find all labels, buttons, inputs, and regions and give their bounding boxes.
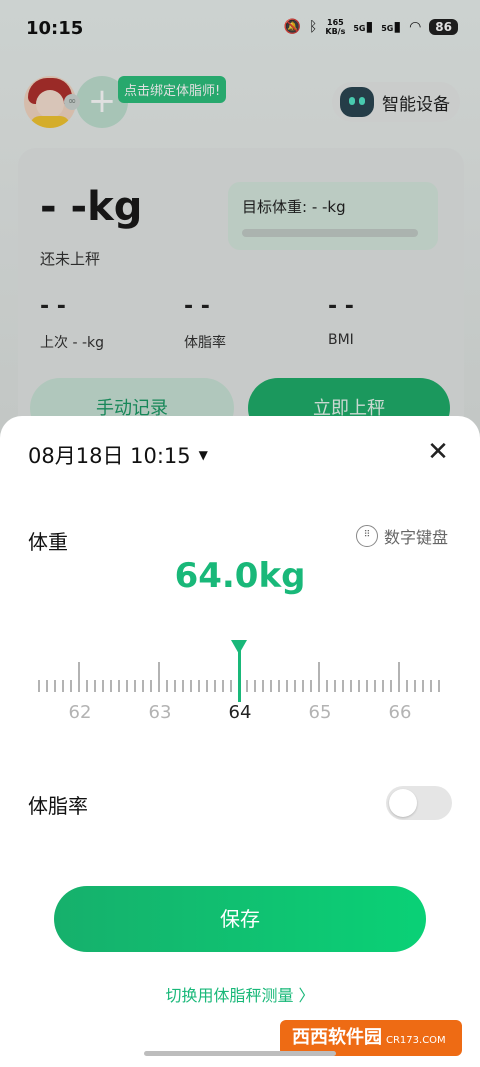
ruler-minor-tick — [166, 680, 168, 692]
ruler-minor-tick — [198, 680, 200, 692]
ruler-minor-tick — [134, 680, 136, 692]
ruler-minor-tick — [206, 680, 208, 692]
ruler-minor-tick — [150, 680, 152, 692]
ruler-minor-tick — [278, 680, 280, 692]
ruler-minor-tick — [438, 680, 440, 692]
ruler-major-tick — [398, 662, 400, 692]
ruler-minor-tick — [54, 680, 56, 692]
ruler-minor-tick — [142, 680, 144, 692]
ruler-major-tick — [318, 662, 320, 692]
ruler-minor-tick — [302, 680, 304, 692]
keypad-label: 数字键盘 — [384, 528, 449, 547]
datetime-label: 08月18日 10:15 — [28, 444, 191, 468]
ruler-minor-tick — [174, 680, 176, 692]
ruler-minor-tick — [342, 680, 344, 692]
ruler-minor-tick — [358, 680, 360, 692]
ruler-label: 66 — [388, 702, 412, 723]
body-fat-toggle[interactable] — [386, 786, 452, 820]
ruler-label: 63 — [148, 702, 172, 723]
caret-down-icon: ▼ — [198, 448, 208, 462]
date-picker[interactable]: 08月18日 10:15 ▼ — [28, 440, 208, 470]
ruler-minor-tick — [294, 680, 296, 692]
ruler-pointer-arrow-icon — [231, 640, 247, 654]
home-indicator[interactable] — [144, 1051, 336, 1056]
ruler-minor-tick — [350, 680, 352, 692]
ruler-major-tick — [158, 662, 160, 692]
ruler-major-tick — [78, 662, 80, 692]
ruler-minor-tick — [110, 680, 112, 692]
ruler-label: 62 — [68, 702, 92, 723]
ruler-minor-tick — [310, 680, 312, 692]
ruler-minor-tick — [102, 680, 104, 692]
ruler-minor-tick — [214, 680, 216, 692]
ruler-minor-tick — [46, 680, 48, 692]
save-button[interactable]: 保存 — [54, 886, 426, 952]
ruler-minor-tick — [422, 680, 424, 692]
ruler-minor-tick — [414, 680, 416, 692]
ruler-minor-tick — [382, 680, 384, 692]
ruler-label: 65 — [308, 702, 332, 723]
keypad-icon: ⠿ — [356, 525, 378, 547]
ruler-minor-tick — [262, 680, 264, 692]
ruler-minor-tick — [390, 680, 392, 692]
ruler-minor-tick — [70, 680, 72, 692]
ruler-minor-tick — [86, 680, 88, 692]
ruler-minor-tick — [246, 680, 248, 692]
ruler-minor-tick — [230, 680, 232, 692]
ruler-pointer — [238, 648, 241, 702]
ruler-minor-tick — [62, 680, 64, 692]
ruler-minor-tick — [126, 680, 128, 692]
record-weight-sheet — [0, 416, 480, 1067]
ruler-minor-tick — [406, 680, 408, 692]
ruler-minor-tick — [94, 680, 96, 692]
ruler-minor-tick — [38, 680, 40, 692]
ruler-label: 64 — [228, 702, 252, 723]
ruler-minor-tick — [326, 680, 328, 692]
ruler-minor-tick — [334, 680, 336, 692]
ruler-minor-tick — [182, 680, 184, 692]
ruler-minor-tick — [254, 680, 256, 692]
ruler-minor-tick — [118, 680, 120, 692]
ruler-minor-tick — [190, 680, 192, 692]
ruler-minor-tick — [286, 680, 288, 692]
weight-label: 体重 — [28, 530, 68, 554]
numeric-keypad-button[interactable]: ⠿ 数字键盘 — [356, 524, 448, 548]
close-icon[interactable]: ✕ — [424, 438, 452, 466]
ruler-minor-tick — [430, 680, 432, 692]
ruler-minor-tick — [222, 680, 224, 692]
ruler-minor-tick — [270, 680, 272, 692]
ruler-minor-tick — [374, 680, 376, 692]
body-fat-toggle-label: 体脂率 — [28, 794, 88, 818]
weight-value: 64.0kg — [174, 556, 306, 596]
switch-to-scale-link[interactable]: 切换用体脂秤测量 〉 — [0, 982, 480, 1006]
ruler-minor-tick — [366, 680, 368, 692]
